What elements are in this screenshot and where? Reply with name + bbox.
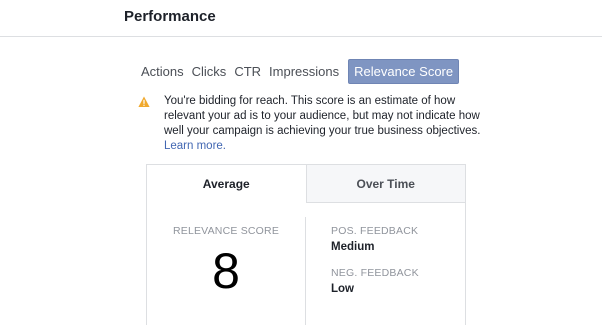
notice-message: You're bidding for reach. This score is … (164, 95, 481, 137)
pos-feedback-value: Medium (331, 241, 375, 253)
metric-tabs: Actions Clicks CTR Impressions Relevance… (138, 59, 461, 84)
panel-divider (305, 217, 306, 325)
main-content: Actions Clicks CTR Impressions Relevance… (0, 37, 602, 325)
panel-tabs: Average Over Time (147, 165, 465, 203)
relevance-score-label: RELEVANCE SCORE (172, 225, 280, 237)
tab-clicks[interactable]: Clicks (189, 60, 230, 83)
neg-feedback-label: NEG. FEEDBACK (331, 267, 419, 279)
tab-actions[interactable]: Actions (138, 60, 187, 83)
header-bar: Performance (0, 0, 602, 37)
pos-feedback-label: POS. FEEDBACK (331, 225, 419, 237)
tab-average[interactable]: Average (147, 165, 306, 203)
relevance-score-panel: Average Over Time RELEVANCE SCORE 8 POS.… (146, 164, 466, 325)
learn-more-link[interactable]: Learn more. (164, 140, 226, 152)
warning-icon (138, 96, 150, 107)
tab-over-time[interactable]: Over Time (305, 165, 465, 203)
notice-text: You're bidding for reach. This score is … (164, 94, 486, 154)
tab-ctr[interactable]: CTR (231, 60, 264, 83)
tab-relevance-score[interactable]: Relevance Score (348, 59, 460, 84)
page-title: Performance (124, 8, 216, 25)
neg-feedback-value: Low (331, 283, 354, 295)
pos-feedback: POS. FEEDBACK Medium (331, 225, 461, 253)
neg-feedback: NEG. FEEDBACK Low (331, 267, 461, 295)
relevance-score-value: 8 (212, 243, 240, 299)
panel-body: RELEVANCE SCORE 8 POS. FEEDBACK Medium N… (147, 203, 465, 325)
tab-impressions[interactable]: Impressions (266, 60, 342, 83)
